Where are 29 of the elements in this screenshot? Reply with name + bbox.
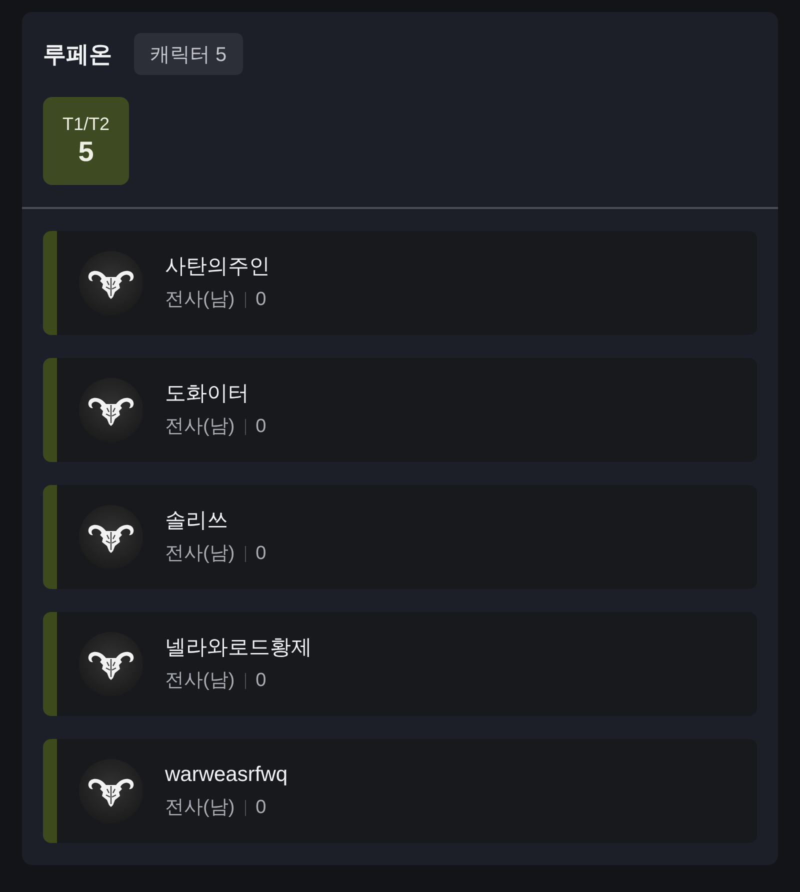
character-count-badge: 캐릭터 5	[134, 33, 243, 75]
ram-skull-icon	[79, 505, 143, 569]
character-name: warweasrfwq	[165, 762, 288, 788]
ram-skull-icon	[79, 759, 143, 823]
character-value: 0	[256, 669, 266, 693]
character-card[interactable]: 솔리쓰 전사(남) 0	[43, 485, 757, 589]
character-value: 0	[256, 542, 266, 566]
tier-label: T1/T2	[62, 113, 110, 135]
character-value: 0	[256, 796, 266, 820]
character-card[interactable]: 넬라와로드황제 전사(남) 0	[43, 612, 757, 716]
character-name: 도화이터	[165, 381, 250, 407]
ram-skull-icon	[79, 378, 143, 442]
character-class: 전사(남)	[165, 542, 235, 566]
character-class: 전사(남)	[165, 796, 235, 820]
character-class: 전사(남)	[165, 669, 235, 693]
character-name: 넬라와로드황제	[165, 635, 312, 661]
ram-skull-icon	[79, 251, 143, 315]
character-card[interactable]: 도화이터 전사(남) 0	[43, 358, 757, 462]
tier-count: 5	[78, 135, 94, 169]
character-card[interactable]: 사탄의주인 전사(남) 0	[43, 231, 757, 335]
character-value: 0	[256, 288, 266, 312]
character-name: 솔리쓰	[165, 508, 229, 534]
ram-skull-icon	[79, 632, 143, 696]
character-name: 사탄의주인	[165, 254, 270, 280]
character-value: 0	[256, 415, 266, 439]
character-class: 전사(남)	[165, 415, 235, 439]
character-card[interactable]: warweasrfwq 전사(남) 0	[43, 739, 757, 843]
server-name: 루페온	[43, 40, 112, 68]
character-class: 전사(남)	[165, 288, 235, 312]
